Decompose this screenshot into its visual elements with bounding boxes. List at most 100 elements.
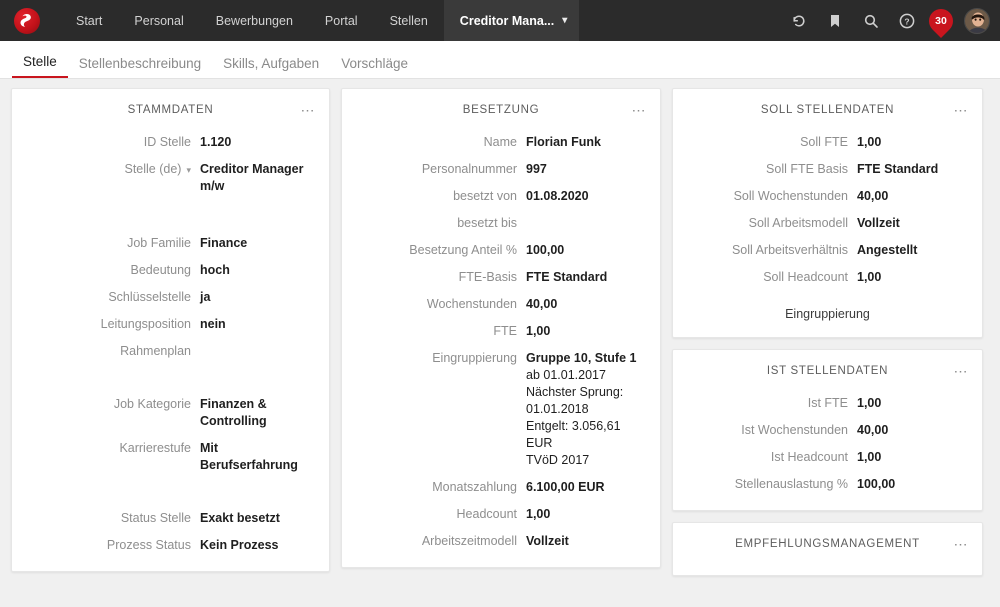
field-stellenauslastung: Stellenauslastung % 100,00 bbox=[685, 471, 970, 498]
card-header: STAMMDATEN ⋯ bbox=[24, 99, 317, 121]
field-id-stelle: ID Stelle 1.120 bbox=[24, 129, 317, 156]
field-label: Rahmenplan bbox=[120, 344, 191, 358]
field-label: FTE bbox=[493, 324, 517, 338]
field-label: Ist Headcount bbox=[770, 450, 848, 464]
card-header: EMPFEHLUNGSMANAGEMENT ⋯ bbox=[685, 533, 970, 555]
notification-count: 30 bbox=[935, 15, 947, 28]
field-fte-basis: FTE-Basis FTE Standard bbox=[354, 264, 648, 291]
nav-item-start[interactable]: Start bbox=[60, 0, 118, 41]
tab-label: Stellenbeschreibung bbox=[78, 56, 202, 71]
history-icon[interactable] bbox=[782, 0, 816, 41]
tab-skills-aufgaben[interactable]: Skills, Aufgaben bbox=[212, 56, 330, 78]
field-value: nein bbox=[200, 317, 226, 331]
nav-item-portal[interactable]: Portal bbox=[309, 0, 374, 41]
field-value: Vollzeit bbox=[526, 534, 569, 548]
field-label: Soll Wochenstunden bbox=[733, 189, 848, 203]
search-icon[interactable] bbox=[854, 0, 888, 41]
field-job-kategorie: Job Kategorie Finanzen & Controlling bbox=[24, 391, 317, 435]
field-besetzung-anteil: Besetzung Anteil % 100,00 bbox=[354, 237, 648, 264]
card-menu-icon[interactable]: ⋯ bbox=[952, 535, 970, 553]
field-fte: FTE 1,00 bbox=[354, 318, 648, 345]
field-label: Stelle (de) ▾ bbox=[24, 161, 200, 179]
card-empfehlungsmanagement: EMPFEHLUNGSMANAGEMENT ⋯ bbox=[672, 522, 983, 576]
card-header: SOLL STELLENDATEN ⋯ bbox=[685, 99, 970, 121]
application-window: Start Personal Bewerbungen Portal Stelle… bbox=[0, 0, 1000, 607]
field-name: Name Florian Funk bbox=[354, 129, 648, 156]
card-menu-icon[interactable]: ⋯ bbox=[952, 101, 970, 119]
tab-vorschlaege[interactable]: Vorschläge bbox=[330, 56, 419, 78]
field-label: besetzt bis bbox=[457, 216, 517, 230]
field-value: Finance bbox=[200, 236, 248, 250]
card-board: STAMMDATEN ⋯ ID Stelle 1.120 Stelle (de)… bbox=[0, 79, 1000, 607]
field-ist-headcount: Ist Headcount 1,00 bbox=[685, 444, 970, 471]
field-soll-headcount: Soll Headcount 1,00 bbox=[685, 264, 970, 291]
field-label: Soll Arbeitsverhältnis bbox=[731, 243, 848, 257]
nav-item-label: Start bbox=[76, 13, 103, 28]
field-list: Name Florian Funk Personalnummer 997 bes… bbox=[354, 129, 648, 555]
field-rahmenplan: Rahmenplan bbox=[24, 338, 317, 365]
eingruppierung-link[interactable]: Eingruppierung bbox=[685, 291, 970, 325]
card-menu-icon[interactable]: ⋯ bbox=[630, 101, 648, 119]
card-menu-icon[interactable]: ⋯ bbox=[952, 362, 970, 380]
field-list: Ist FTE 1,00 Ist Wochenstunden 40,00 Ist… bbox=[685, 390, 970, 498]
tab-label: Stelle bbox=[23, 54, 57, 69]
field-value: 997 bbox=[526, 162, 547, 176]
card-header: IST STELLENDATEN ⋯ bbox=[685, 360, 970, 382]
field-label: Besetzung Anteil % bbox=[409, 243, 517, 257]
card-title: SOLL STELLENDATEN bbox=[760, 104, 895, 116]
field-monatszahlung: Monatszahlung 6.100,00 EUR bbox=[354, 474, 648, 501]
field-soll-wochenstunden: Soll Wochenstunden 40,00 bbox=[685, 183, 970, 210]
field-value: hoch bbox=[200, 263, 230, 277]
bookmark-icon[interactable] bbox=[818, 0, 852, 41]
card-title: BESETZUNG bbox=[462, 104, 540, 116]
notification-badge[interactable]: 30 bbox=[924, 3, 958, 38]
field-ist-wochenstunden: Ist Wochenstunden 40,00 bbox=[685, 417, 970, 444]
field-label: besetzt von bbox=[453, 189, 517, 203]
field-ist-fte: Ist FTE 1,00 bbox=[685, 390, 970, 417]
field-value: Finanzen & Controlling bbox=[200, 397, 267, 428]
field-job-familie: Job Familie Finance bbox=[24, 230, 317, 257]
field-label: Ist Wochenstunden bbox=[741, 423, 848, 437]
field-value: Creditor Manager m/w bbox=[200, 162, 304, 193]
tab-label: Skills, Aufgaben bbox=[223, 56, 320, 71]
field-value: Vollzeit bbox=[857, 216, 900, 230]
field-label: Headcount bbox=[456, 507, 517, 521]
field-karrierestufe: Karrierestufe Mit Berufserfahrung bbox=[24, 435, 317, 479]
card-ist-stellendaten: IST STELLENDATEN ⋯ Ist FTE 1,00 Ist Woch… bbox=[672, 349, 983, 511]
field-value: 1.120 bbox=[200, 135, 232, 149]
avatar[interactable] bbox=[964, 7, 990, 34]
field-soll-fte: Soll FTE 1,00 bbox=[685, 129, 970, 156]
nav-item-label: Portal bbox=[324, 13, 358, 28]
field-label: Monatszahlung bbox=[432, 480, 517, 494]
nav-item-bewerbungen[interactable]: Bewerbungen bbox=[200, 0, 309, 41]
field-eingruppierung: Eingruppierung Gruppe 10, Stufe 1 ab 01.… bbox=[354, 345, 648, 474]
field-schluesselstelle: Schlüsselstelle ja bbox=[24, 284, 317, 311]
chevron-down-icon[interactable]: ▾ bbox=[186, 162, 191, 179]
tab-stelle[interactable]: Stelle bbox=[12, 54, 68, 78]
nav-item-creditor-manager[interactable]: Creditor Mana... ▾ bbox=[443, 0, 580, 41]
field-label: Bedeutung bbox=[130, 263, 191, 277]
nav-item-label: Creditor Mana... bbox=[459, 13, 555, 28]
field-label: Soll Arbeitsmodell bbox=[748, 216, 848, 230]
nav-item-stellen[interactable]: Stellen bbox=[374, 0, 444, 41]
field-label-text: Stelle (de) bbox=[124, 162, 182, 176]
field-leitungsposition: Leitungsposition nein bbox=[24, 311, 317, 338]
field-besetzt-bis: besetzt bis bbox=[354, 210, 648, 237]
field-soll-arbeitsmodell: Soll Arbeitsmodell Vollzeit bbox=[685, 210, 970, 237]
field-group-spacer bbox=[24, 365, 317, 391]
eingruppierung-line-3: 01.01.2018 bbox=[526, 402, 589, 416]
field-value: 1,00 bbox=[526, 324, 551, 338]
card-title: EMPFEHLUNGSMANAGEMENT bbox=[735, 538, 920, 550]
field-value: 100,00 bbox=[857, 477, 896, 491]
field-personalnummer: Personalnummer 997 bbox=[354, 156, 648, 183]
card-title: STAMMDATEN bbox=[127, 104, 214, 116]
nav-item-personal[interactable]: Personal bbox=[118, 0, 199, 41]
card-menu-icon[interactable]: ⋯ bbox=[299, 101, 317, 119]
rexx-systems-logo-icon[interactable] bbox=[14, 7, 40, 34]
tab-stellenbeschreibung[interactable]: Stellenbeschreibung bbox=[68, 56, 212, 78]
field-label: Job Familie bbox=[127, 236, 191, 250]
eingruppierung-line-2: Nächster Sprung: bbox=[526, 385, 624, 399]
field-value: FTE Standard bbox=[857, 162, 939, 176]
help-icon[interactable]: ? bbox=[890, 0, 924, 41]
field-label: Soll FTE Basis bbox=[766, 162, 848, 176]
